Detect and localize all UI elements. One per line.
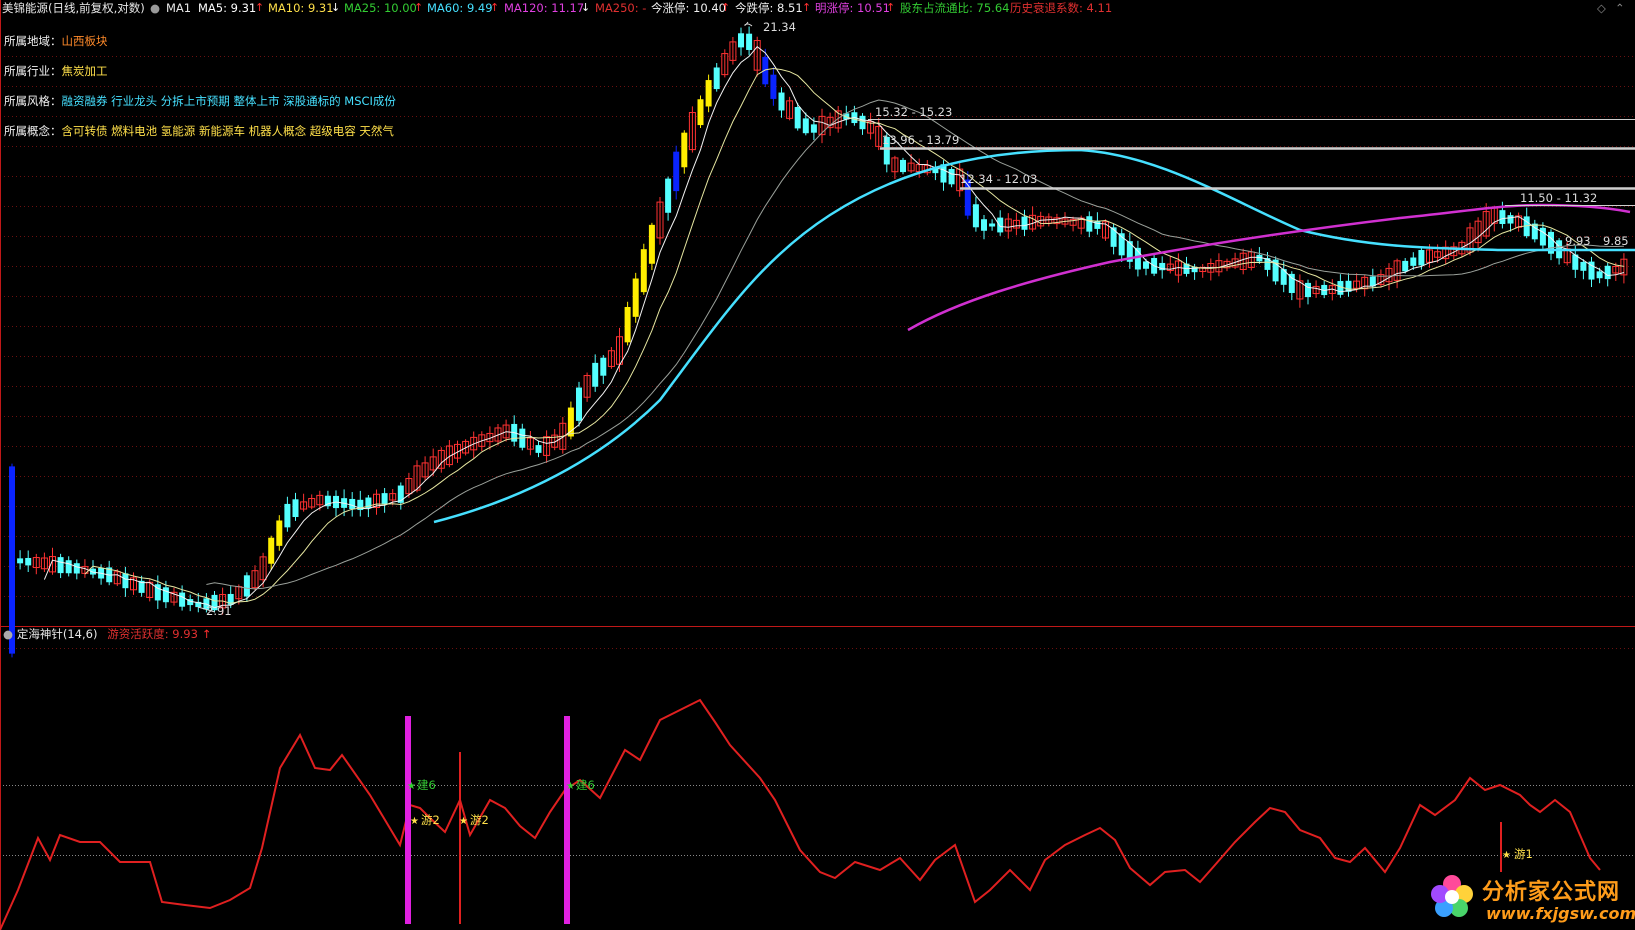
candle-body: [770, 74, 777, 99]
low-price-label: 2.91: [206, 604, 232, 618]
candle-body: [381, 493, 388, 505]
candle-body: [73, 563, 80, 574]
candle-body: [810, 124, 817, 133]
indicator-param-arrow-icon: ↑: [201, 627, 212, 641]
signal-jian6-2: 建6: [576, 778, 595, 792]
candle-body: [1094, 220, 1101, 229]
candle-body: [648, 224, 655, 264]
candle-body: [1021, 216, 1028, 230]
candle-body: [1507, 215, 1514, 224]
candle-body: [746, 33, 753, 50]
signal-you2-1: 游2: [421, 813, 440, 827]
candle-body: [1580, 261, 1587, 271]
candle-body: [681, 132, 688, 168]
star-icon: ★: [1502, 850, 1511, 861]
signal-bar: [564, 716, 570, 924]
candle-body: [1110, 227, 1117, 247]
flower-logo-icon: [1431, 875, 1473, 917]
candlesticks: [9, 26, 1628, 658]
candle-body: [268, 537, 275, 564]
candle-body: [1402, 260, 1409, 272]
candle-body: [292, 499, 299, 518]
candle-body: [665, 178, 672, 213]
candle-body: [1288, 273, 1295, 293]
candle-body: [576, 387, 582, 421]
candle-body: [243, 575, 250, 597]
signal-you1: 游1: [1514, 847, 1533, 861]
candle-body: [349, 498, 356, 510]
indicator-name[interactable]: 定海神针(14,6): [17, 627, 98, 641]
moving-averages: [43, 46, 1635, 609]
candle-body: [673, 151, 680, 192]
star-icon: ★: [566, 781, 575, 792]
candle-body: [1305, 282, 1311, 298]
candle-body: [705, 80, 712, 107]
candle-body: [65, 560, 72, 574]
candle-body: [900, 159, 906, 173]
candle-body: [859, 115, 866, 130]
gap4-label: 11.50 - 11.32: [1520, 191, 1597, 205]
logo-title: 分析家公式网: [1482, 880, 1621, 905]
logo-url: www.fxjgsw.com: [1486, 904, 1635, 923]
candle-body: [276, 520, 283, 546]
candle-body: [1410, 257, 1417, 266]
candle-body: [738, 33, 744, 48]
watermark-logo: 分析家公式网 www.fxjgsw.com: [1428, 868, 1635, 928]
ma60-line: [433, 148, 1635, 524]
gap2-label: 13.96 - 13.79: [882, 133, 959, 147]
indicator-param: 游资活跃度: 9.93: [107, 627, 198, 641]
candle-body: [794, 106, 801, 129]
candle-body: [989, 223, 996, 227]
sub-indicator-header: ● 定海神针(14,6) 游资活跃度: 9.93 ↑: [0, 626, 211, 642]
candle-body: [57, 557, 64, 574]
signal-you2-2: 游2: [470, 813, 489, 827]
candle-body: [972, 204, 979, 228]
high-price-label: 21.34: [763, 20, 796, 34]
price-annotations: 21.34 2.91 15.32 - 15.23 13.96 - 13.79 1…: [206, 20, 1629, 618]
candle-body: [1499, 210, 1506, 224]
candle-body: [592, 362, 599, 387]
candle-body: [17, 558, 24, 564]
candle-body: [535, 445, 542, 453]
point2-label: 9.85: [1603, 234, 1629, 248]
candle-body: [640, 249, 647, 293]
candle-body: [600, 357, 607, 376]
candle-body: [162, 587, 169, 603]
candle-body: [1596, 271, 1603, 279]
signal-jian6-1: 建6: [417, 778, 436, 792]
indicator-line: [0, 698, 1601, 930]
grid-lines: [0, 0, 1635, 930]
candle-body: [802, 118, 809, 134]
candle-body: [1604, 265, 1611, 280]
candle-body: [1143, 261, 1149, 269]
star-icon: ★: [410, 816, 419, 827]
candle-body: [713, 67, 720, 90]
candle-body: [981, 219, 987, 231]
candle-body: [778, 92, 785, 111]
star-icon: ★: [459, 816, 468, 827]
candle-body: [1418, 250, 1425, 266]
candle-body: [624, 307, 631, 343]
candle-body: [948, 168, 955, 185]
star-icon: ★: [407, 781, 416, 792]
candle-body: [1086, 216, 1093, 232]
gap3-label: 12.34 - 12.03: [960, 172, 1037, 186]
indicator-toggle-icon[interactable]: ●: [3, 627, 13, 641]
indicator-panel: [0, 698, 1601, 930]
gap1-label: 15.32 - 15.23: [875, 105, 952, 119]
candle-body: [697, 99, 704, 126]
candle-body: [122, 573, 129, 589]
candle-body: [179, 592, 186, 607]
candle-body: [997, 217, 1004, 233]
candle-body: [284, 503, 291, 528]
kline-chart[interactable]: 21.34 2.91 15.32 - 15.23 13.96 - 13.79 1…: [0, 0, 1635, 930]
high-marker: [744, 21, 753, 27]
candle-body: [25, 557, 32, 566]
point1-label: 9.93: [1565, 234, 1591, 248]
candle-body: [632, 278, 639, 317]
